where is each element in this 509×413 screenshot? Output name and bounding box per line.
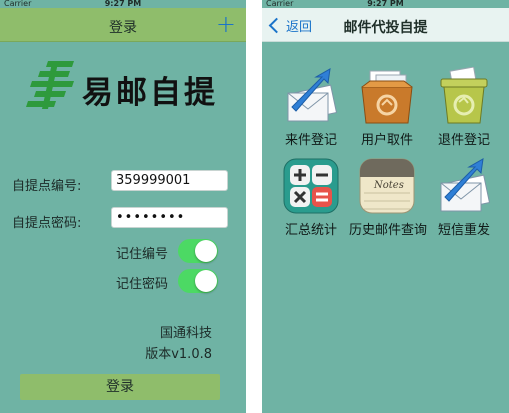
screenshot-stage: Carrier 9:27 PM 登录 + 易邮自提 自提点编号: 3599990… — [0, 0, 509, 413]
toggle-knob — [195, 270, 217, 292]
toggle-knob — [195, 240, 217, 262]
svg-text:Notes: Notes — [373, 180, 404, 191]
page-title: 登录 — [109, 20, 137, 36]
tile-sms-resend[interactable]: 短信重发 — [426, 157, 502, 238]
tile-label: 汇总统计 — [284, 223, 337, 238]
station-id-field[interactable]: 359999001 — [111, 170, 228, 191]
app-logo: 易邮自提 — [26, 57, 226, 113]
station-password-label: 自提点密码: — [12, 216, 82, 231]
open-box-icon — [361, 70, 413, 124]
tile-label: 历史邮件查询 — [349, 223, 428, 238]
status-time: 9:27 PM — [104, 0, 142, 8]
status-time: 9:27 PM — [367, 0, 404, 8]
station-id-label: 自提点编号: — [12, 179, 82, 194]
logo-text: 易邮自提 — [82, 75, 218, 111]
remember-password-toggle[interactable] — [178, 269, 218, 293]
tile-return-register[interactable]: 退件登记 — [426, 67, 502, 148]
login-navbar: 登录 + — [0, 8, 246, 42]
calculator-icon — [283, 158, 339, 214]
station-password-field[interactable]: •••••••• — [111, 207, 228, 228]
plus-icon[interactable]: + — [216, 10, 236, 38]
tile-label: 短信重发 — [437, 223, 490, 238]
app-version: 版本v1.0.8 — [145, 347, 212, 362]
tile-label: 用户取件 — [360, 133, 413, 148]
notes-icon: Notes — [359, 158, 415, 214]
login-screen: Carrier 9:27 PM 登录 + 易邮自提 自提点编号: 3599990… — [0, 0, 246, 413]
dashboard-navbar: 返回 邮件代投自提 — [262, 8, 509, 42]
remember-id-toggle[interactable] — [178, 239, 218, 263]
dashboard-screen: Carrier 9:27 PM 返回 邮件代投自提 来件登记 用户取件 退件登记… — [262, 0, 509, 413]
recycle-bin-icon — [440, 67, 488, 124]
mail-arrow-icon — [287, 68, 338, 122]
tile-label: 退件登记 — [437, 133, 490, 148]
remember-id-label: 记住编号 — [116, 247, 169, 262]
tile-incoming-register[interactable]: 来件登记 — [273, 67, 349, 148]
remember-password-label: 记住密码 — [116, 277, 169, 292]
page-title: 邮件代投自提 — [343, 20, 428, 36]
tile-history-query[interactable]: Notes 历史邮件查询 — [349, 157, 428, 238]
tile-label: 来件登记 — [284, 133, 337, 148]
postal-logo-icon — [26, 61, 74, 109]
tile-user-pickup[interactable]: 用户取件 — [349, 67, 425, 148]
tile-summary-stats[interactable]: 汇总统计 — [273, 157, 349, 238]
mail-arrow-icon — [440, 158, 491, 212]
company-name: 国通科技 — [159, 326, 212, 341]
login-button[interactable]: 登录 — [20, 374, 220, 400]
